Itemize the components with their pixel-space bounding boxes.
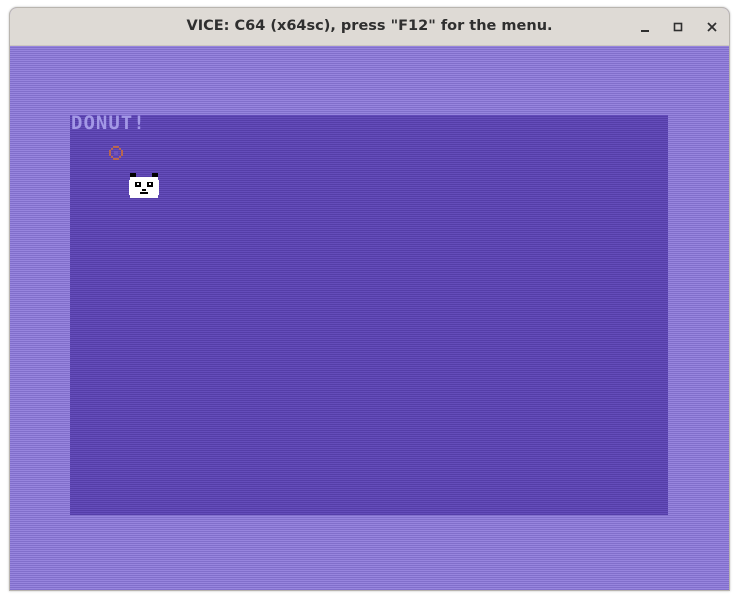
emulator-screen[interactable]: DONUT! bbox=[10, 46, 729, 590]
maximize-button[interactable] bbox=[667, 16, 689, 38]
minimize-button[interactable] bbox=[634, 16, 656, 38]
vice-window: VICE: C64 (x64sc), press "F12" for the m… bbox=[9, 7, 730, 591]
window-title: VICE: C64 (x64sc), press "F12" for the m… bbox=[186, 18, 553, 34]
panda-icon bbox=[129, 173, 159, 198]
minimize-icon bbox=[641, 30, 649, 32]
donut-icon bbox=[109, 146, 123, 160]
maximize-icon bbox=[673, 22, 683, 32]
game-title: DONUT! bbox=[71, 112, 146, 134]
close-icon bbox=[707, 22, 717, 32]
close-button[interactable] bbox=[701, 16, 723, 38]
title-bar[interactable]: VICE: C64 (x64sc), press "F12" for the m… bbox=[10, 8, 729, 46]
c64-playfield: DONUT! bbox=[70, 112, 668, 515]
